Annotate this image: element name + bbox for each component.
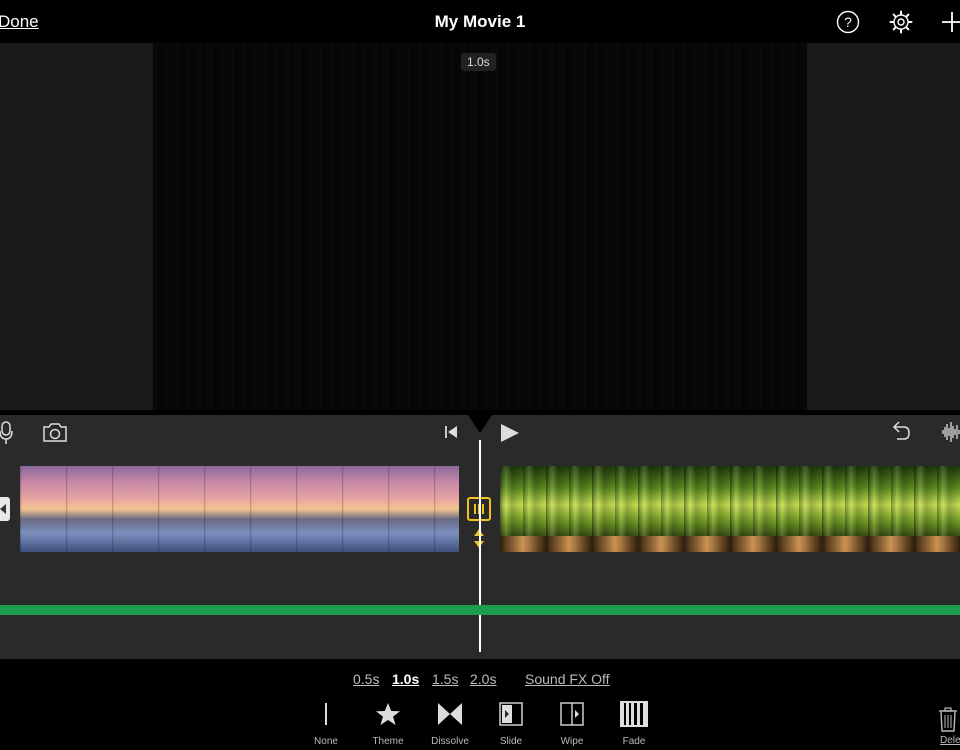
- slide-icon: [481, 699, 541, 729]
- duration-option-0-5s[interactable]: 0.5s: [353, 671, 379, 687]
- none-line-icon: [296, 699, 356, 729]
- preview-area: 1.0s: [0, 43, 960, 415]
- play-icon[interactable]: [500, 423, 520, 443]
- transition-style-label: Slide: [499, 736, 523, 747]
- clip-trim-handle[interactable]: [0, 497, 10, 521]
- done-button[interactable]: Done: [0, 12, 39, 32]
- wipe-icon: [542, 699, 602, 729]
- transition-style-fade[interactable]: Fade: [604, 699, 664, 750]
- top-bar: Done My Movie 1 ?: [0, 0, 960, 43]
- transition-style-none[interactable]: None: [296, 699, 356, 750]
- preview-side-panel-left: [0, 43, 153, 410]
- transition-style-wipe[interactable]: Wipe: [542, 699, 602, 750]
- background-audio-track[interactable]: [0, 605, 960, 615]
- bamboo-forest-clip[interactable]: [500, 466, 960, 552]
- transition-style-label: None: [314, 736, 338, 747]
- help-icon[interactable]: ?: [836, 10, 860, 34]
- sunset-clip[interactable]: [20, 466, 459, 552]
- transition-style-label: Fade: [622, 736, 646, 747]
- transition-style-label: Theme: [372, 736, 404, 747]
- audio-waveform-icon[interactable]: [942, 421, 960, 443]
- trash-icon: [939, 707, 957, 732]
- playhead[interactable]: [479, 440, 481, 652]
- preview-side-panel-right: [807, 43, 960, 410]
- svg-text:?: ?: [844, 14, 852, 30]
- video-viewer[interactable]: [153, 43, 807, 410]
- camera-icon[interactable]: [42, 421, 68, 443]
- delete-button[interactable]: Delete: [938, 707, 960, 749]
- transition-style-slide[interactable]: Slide: [481, 699, 541, 750]
- dissolve-icon: [420, 699, 480, 729]
- transition-settings-bar: 0.5s 1.0s 1.5s 2.0s Sound FX Off None Th…: [0, 659, 960, 750]
- project-title: My Movie 1: [434, 12, 526, 31]
- undo-icon[interactable]: [889, 421, 911, 441]
- duration-option-1-5s[interactable]: 1.5s: [432, 671, 458, 687]
- delete-label: Delete: [940, 735, 960, 746]
- sound-fx-toggle[interactable]: Sound FX Off: [525, 671, 610, 687]
- microphone-icon[interactable]: [0, 421, 14, 445]
- duration-option-2-0s[interactable]: 2.0s: [470, 671, 496, 687]
- skip-to-start-icon[interactable]: [444, 425, 458, 439]
- transition-style-label: Dissolve: [431, 736, 469, 747]
- duration-badge: 1.0s: [461, 53, 496, 71]
- transition-style-label: Wipe: [560, 736, 584, 747]
- transition-style-dissolve[interactable]: Dissolve: [420, 699, 480, 750]
- star-icon: [358, 699, 418, 729]
- add-icon[interactable]: [940, 10, 960, 34]
- duration-option-1-0s[interactable]: 1.0s: [392, 671, 419, 687]
- playhead-notch: [468, 415, 492, 433]
- fade-icon: [604, 699, 664, 729]
- settings-gear-icon[interactable]: [889, 10, 913, 34]
- transition-style-theme[interactable]: Theme: [358, 699, 418, 750]
